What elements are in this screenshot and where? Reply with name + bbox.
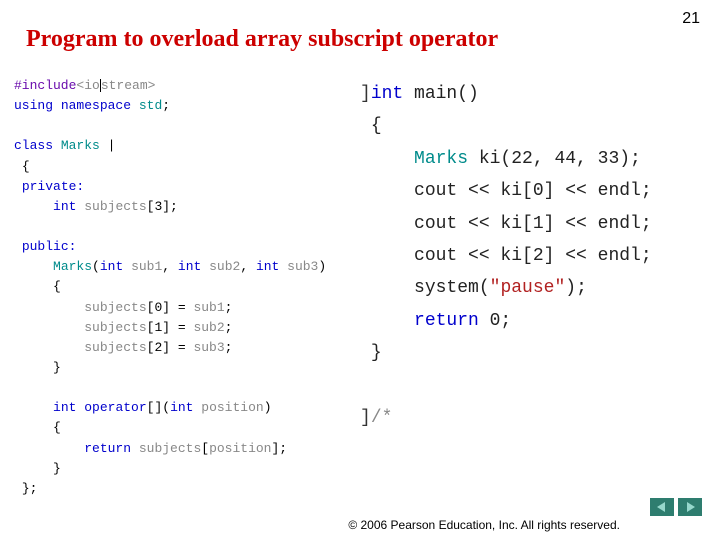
code-token: )	[264, 400, 272, 415]
code-token: #include	[14, 78, 76, 93]
code-token: )	[318, 259, 326, 274]
code-token: cout << ki[1] << endl;	[414, 214, 652, 234]
prev-button[interactable]	[650, 498, 674, 516]
code-token: ;	[225, 340, 233, 355]
bracket-icon: ]	[360, 408, 371, 428]
code-token: }	[53, 461, 61, 476]
code-token: sub2	[209, 259, 240, 274]
code-token: };	[22, 481, 38, 496]
code-token: }	[371, 343, 382, 363]
code-token: ;	[225, 300, 233, 315]
code-token: sub3	[287, 259, 318, 274]
code-token: cout << ki[2] << endl;	[414, 246, 652, 266]
code-token: [](	[147, 400, 170, 415]
code-token: {	[53, 420, 61, 435]
code-token: public:	[22, 239, 77, 254]
code-token: ,	[240, 259, 256, 274]
code-token: main()	[403, 84, 479, 104]
code-token: subjects	[84, 199, 146, 214]
code-token: "pause"	[490, 278, 566, 298]
nav-buttons	[650, 498, 702, 516]
code-token: int	[53, 199, 76, 214]
code-token: ];	[272, 441, 288, 456]
code-token: }	[53, 360, 61, 375]
bracket-icon: ]	[360, 84, 371, 104]
code-token: subjects	[84, 320, 146, 335]
code-token: return	[414, 311, 479, 331]
code-token: ,	[162, 259, 178, 274]
next-button[interactable]	[678, 498, 702, 516]
code-token: /*	[371, 408, 393, 428]
code-token: int	[371, 84, 403, 104]
code-token: return	[84, 441, 131, 456]
code-token: {	[22, 159, 30, 174]
code-token: );	[565, 278, 587, 298]
copyright-footer: © 2006 Pearson Education, Inc. All right…	[348, 518, 620, 532]
triangle-left-icon	[657, 502, 667, 512]
code-token: [2] =	[147, 340, 194, 355]
code-token: Marks	[61, 138, 100, 153]
code-token: class	[14, 138, 53, 153]
code-token: int	[170, 400, 193, 415]
right-code-block: ]int main() { Marks ki(22, 44, 33); cout…	[360, 78, 700, 434]
code-token: ki(22, 44, 33);	[468, 149, 641, 169]
code-token: <io	[76, 78, 99, 93]
code-token: cout << ki[0] << endl;	[414, 181, 652, 201]
code-token: sub2	[193, 320, 224, 335]
code-token: position	[209, 441, 271, 456]
code-token: sub3	[193, 340, 224, 355]
code-token: [	[201, 441, 209, 456]
code-token: int	[178, 259, 201, 274]
code-token: subjects	[139, 441, 201, 456]
code-token: Marks	[53, 259, 92, 274]
page-number: 21	[682, 10, 700, 28]
code-token: [3];	[147, 199, 178, 214]
code-token: int	[256, 259, 279, 274]
triangle-right-icon	[685, 502, 695, 512]
code-token: [1] =	[147, 320, 194, 335]
code-token: sub1	[131, 259, 162, 274]
code-token: subjects	[84, 300, 146, 315]
left-code-block: #include<iostream> using namespace std; …	[14, 76, 344, 499]
code-token: Marks	[414, 149, 468, 169]
code-token: {	[371, 116, 382, 136]
code-token: stream>	[101, 78, 156, 93]
slide-title: Program to overload array subscript oper…	[26, 26, 498, 53]
code-token: using	[14, 98, 53, 113]
code-token: [0] =	[147, 300, 194, 315]
code-token: std	[139, 98, 162, 113]
code-token: int	[53, 400, 76, 415]
code-token: position	[201, 400, 263, 415]
code-token: subjects	[84, 340, 146, 355]
code-token: (	[92, 259, 100, 274]
code-token: {	[53, 279, 61, 294]
code-token: system(	[414, 278, 490, 298]
code-token: int	[100, 259, 123, 274]
code-token: ;	[225, 320, 233, 335]
code-token: private:	[22, 179, 84, 194]
code-token: operator	[84, 400, 146, 415]
code-token: namespace	[61, 98, 131, 113]
code-token: sub1	[193, 300, 224, 315]
code-token: ;	[162, 98, 170, 113]
code-token: 0;	[479, 311, 511, 331]
